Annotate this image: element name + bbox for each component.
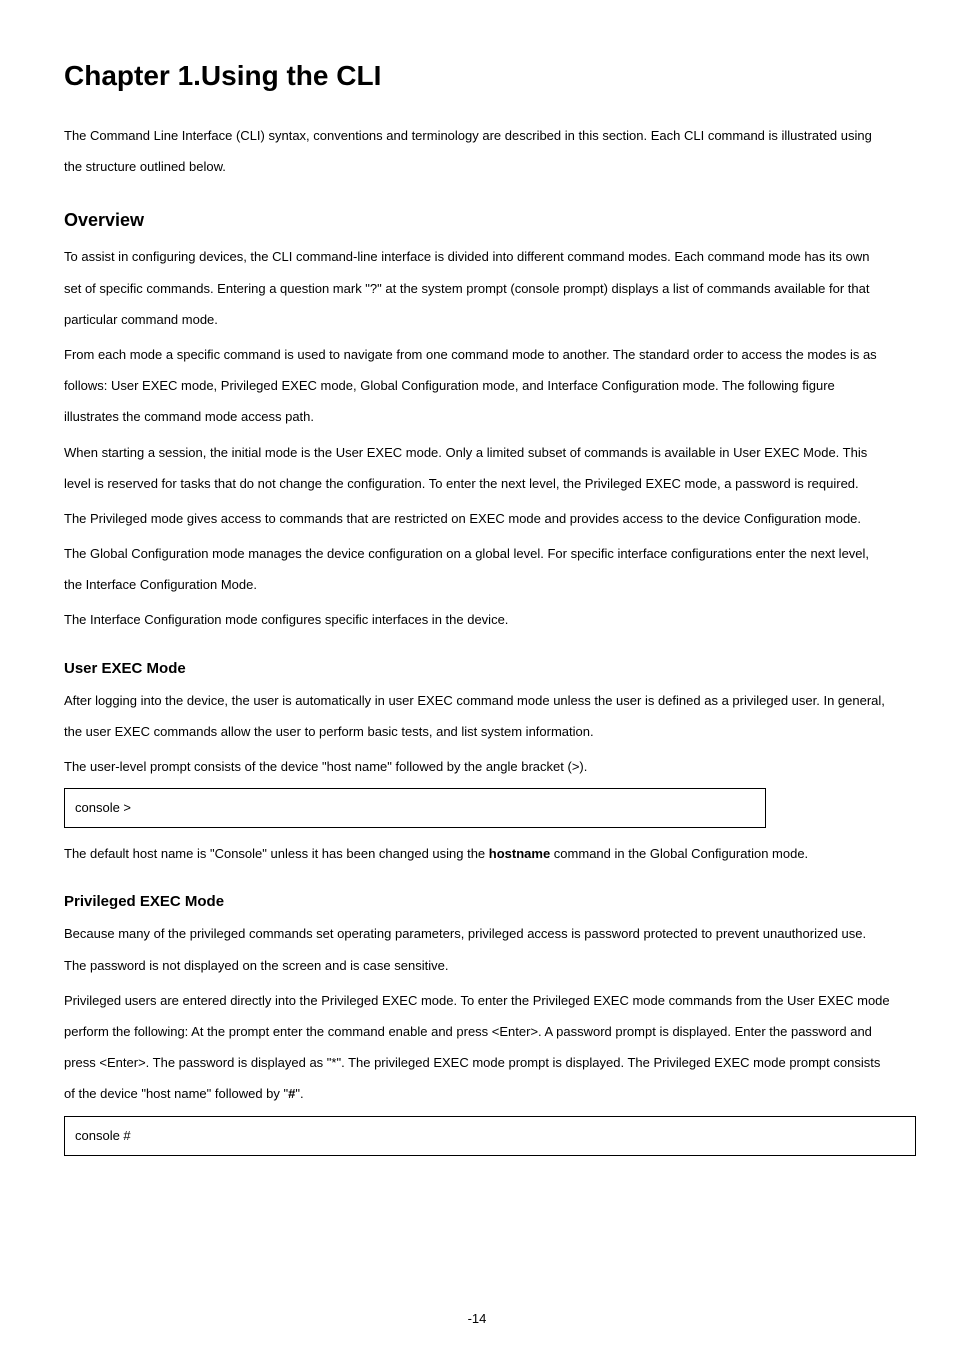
user-exec-after: The default host name is "Console" unles… xyxy=(64,838,890,869)
overview-p6: The Interface Configuration mode configu… xyxy=(64,604,890,635)
user-exec-prompt-box: console > xyxy=(64,788,766,828)
overview-p3: When starting a session, the initial mod… xyxy=(64,437,890,499)
hostname-command: hostname xyxy=(489,846,550,861)
priv-exec-p2-pre: Privileged users are entered directly in… xyxy=(64,993,890,1102)
overview-p1: To assist in configuring devices, the CL… xyxy=(64,241,890,335)
document-page: Chapter 1.Using the CLI The Command Line… xyxy=(0,0,954,1350)
priv-exec-p1: Because many of the privileged commands … xyxy=(64,918,890,980)
section-overview-heading: Overview xyxy=(64,210,890,231)
overview-p5: The Global Configuration mode manages th… xyxy=(64,538,890,600)
priv-exec-prompt: console # xyxy=(75,1128,131,1143)
chapter-title: Chapter 1.Using the CLI xyxy=(64,60,890,92)
priv-exec-prompt-box: console # xyxy=(64,1116,916,1156)
user-exec-p1: After logging into the device, the user … xyxy=(64,685,890,747)
user-exec-after-pre: The default host name is "Console" unles… xyxy=(64,846,489,861)
page-footer: -14 xyxy=(0,1311,954,1326)
priv-exec-heading: Privileged EXEC Mode xyxy=(64,893,890,910)
user-exec-prompt: console > xyxy=(75,800,131,815)
priv-exec-p2: Privileged users are entered directly in… xyxy=(64,985,890,1110)
user-exec-p2: The user-level prompt consists of the de… xyxy=(64,751,890,782)
intro-paragraph: The Command Line Interface (CLI) syntax,… xyxy=(64,120,890,182)
overview-p2: From each mode a specific command is use… xyxy=(64,339,890,433)
user-exec-heading: User EXEC Mode xyxy=(64,660,890,677)
overview-p4: The Privileged mode gives access to comm… xyxy=(64,503,890,534)
user-exec-after-post: command in the Global Configuration mode… xyxy=(550,846,808,861)
page-number: -14 xyxy=(468,1311,487,1326)
priv-exec-p2-post: ". xyxy=(295,1086,303,1101)
